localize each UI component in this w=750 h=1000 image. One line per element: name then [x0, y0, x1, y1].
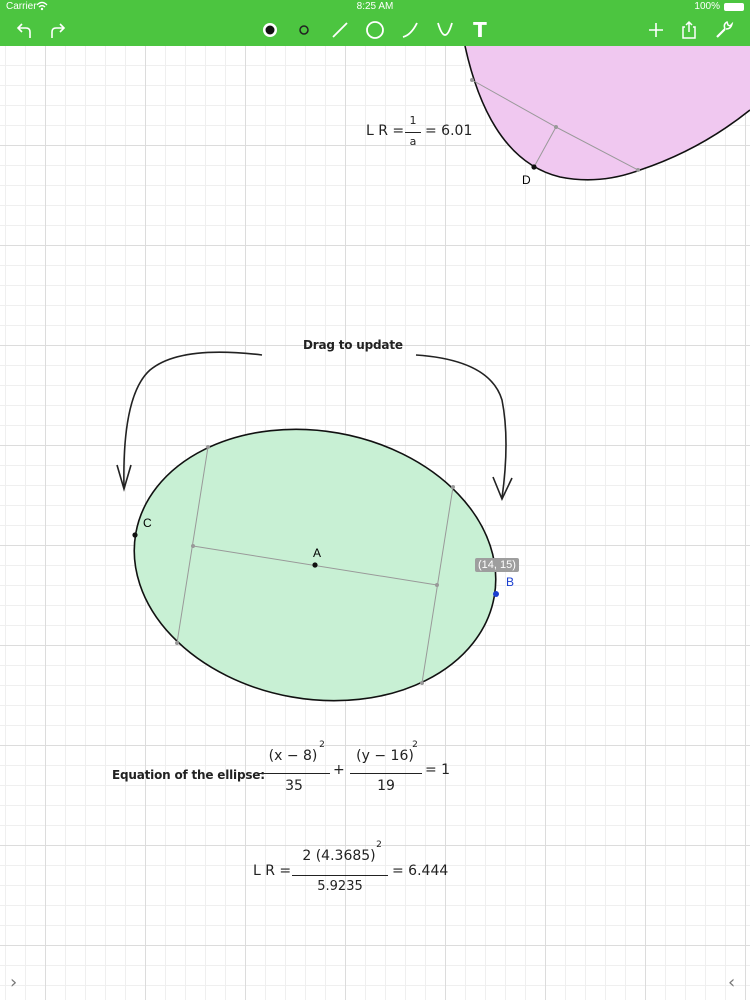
top-pink-shape [465, 46, 750, 180]
top-lr-denominator: a [409, 135, 417, 148]
equation-exponent-x: 2 [319, 740, 325, 750]
equation-numerator-x: (x − 8) [268, 748, 318, 764]
bottom-lr-fraction-bar [292, 875, 388, 876]
right-lr-bottom-point[interactable] [420, 681, 424, 685]
equation-fraction-bar-y [350, 773, 422, 774]
equation-rhs: = 1 [425, 762, 451, 778]
right-lr-top-point[interactable] [451, 485, 455, 489]
equation-label: Equation of the ellipse: [112, 768, 265, 782]
point-c[interactable] [132, 532, 138, 538]
point-a[interactable] [312, 562, 318, 568]
left-lr-bottom-point[interactable] [175, 641, 179, 645]
point-b-label: B [506, 575, 515, 589]
top-chord-point-2[interactable] [554, 125, 558, 129]
top-lr-fraction-bar [405, 132, 421, 133]
point-c-label: C [143, 516, 152, 530]
bottom-lr-label: L R = [253, 863, 292, 879]
drag-to-update-note: Drag to update [303, 338, 403, 352]
equation-plus: + [333, 762, 345, 778]
top-lr-numerator: 1 [409, 114, 417, 127]
point-b-coordinate-tag: (14, 15) [475, 558, 519, 572]
top-chord-point-1[interactable] [470, 78, 474, 82]
bottom-lr-exponent: 2 [376, 840, 382, 850]
left-lr-top-point[interactable] [206, 445, 210, 449]
top-lr-label: L R = [366, 123, 405, 139]
bottom-lr-value: = 6.444 [392, 863, 449, 879]
equation-fraction-bar-x [258, 773, 330, 774]
equation-denominator-y: 19 [377, 778, 395, 794]
left-focus-point[interactable] [191, 544, 195, 548]
top-lr-value: = 6.01 [425, 123, 473, 139]
point-a-label: A [313, 546, 322, 560]
bottom-lr-numerator: 2 (4.3685) [302, 848, 376, 864]
equation-denominator-x: 35 [285, 778, 303, 794]
equation-exponent-y: 2 [412, 740, 418, 750]
next-page-chevron-icon[interactable]: › [10, 972, 17, 993]
previous-page-chevron-icon[interactable]: ‹ [728, 972, 735, 993]
right-focus-point[interactable] [435, 583, 439, 587]
point-d[interactable] [531, 164, 537, 170]
top-chord-point-3[interactable] [636, 168, 640, 172]
bottom-lr-denominator: 5.9235 [317, 879, 363, 894]
equation-numerator-y: (y − 16) [356, 748, 414, 764]
point-d-label: D [522, 173, 531, 187]
point-b[interactable] [493, 591, 499, 597]
